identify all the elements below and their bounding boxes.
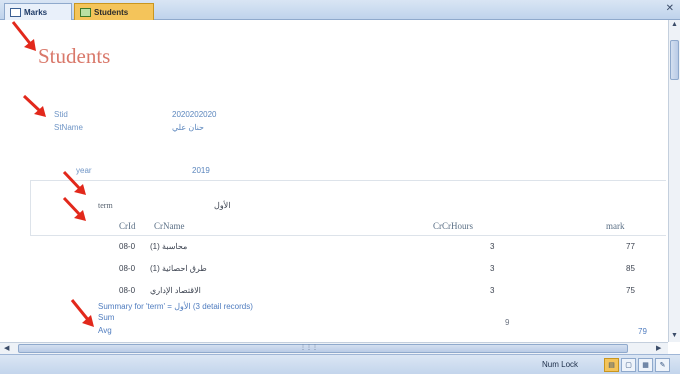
- cell-hours: 3: [490, 242, 495, 251]
- sum-label: Sum: [98, 313, 115, 322]
- stid-value: 2020202020: [172, 110, 217, 119]
- term-value: الأول: [214, 201, 231, 210]
- document-tab-bar: Marks Students ✕: [0, 0, 680, 20]
- vertical-scroll-thumb[interactable]: [670, 40, 679, 80]
- print-preview-icon[interactable]: ▢: [621, 358, 636, 372]
- report-icon: [80, 7, 91, 17]
- cell-crname: الاقتصاد الإداري: [150, 286, 201, 295]
- view-switcher: ▤ ▢ ▦ ✎: [604, 358, 670, 372]
- cell-mark: 85: [626, 264, 635, 273]
- stid-label: Stid: [54, 110, 68, 119]
- report-title: Students: [38, 44, 111, 68]
- stname-value: حنان علي: [172, 123, 204, 132]
- scroll-right-icon[interactable]: ▶: [656, 344, 661, 352]
- sum-value: 9: [505, 318, 510, 327]
- cell-hours: 3: [490, 264, 495, 273]
- design-view-icon[interactable]: ✎: [655, 358, 670, 372]
- annotation-arrow: [11, 21, 36, 51]
- annotation-arrow: [70, 299, 94, 327]
- column-header-mark: mark: [606, 221, 625, 231]
- cell-hours: 3: [490, 286, 495, 295]
- annotation-arrow: [62, 170, 86, 195]
- cell-crname: (1) محاسبة: [150, 242, 188, 251]
- close-icon[interactable]: ✕: [666, 3, 674, 14]
- column-header-crid: CrId: [119, 221, 136, 231]
- scroll-down-icon[interactable]: ▼: [671, 332, 678, 339]
- scroll-grip-icon: ⋮⋮⋮: [300, 345, 318, 351]
- summary-tail: الأول (3 detail records): [174, 302, 253, 311]
- cell-crid: 08-0: [119, 264, 136, 273]
- summary-text: Summary for 'term' = الأول (3 detail rec…: [98, 302, 253, 311]
- num-lock-indicator: Num Lock: [542, 360, 579, 369]
- column-header-crname: CrName: [154, 221, 185, 231]
- tab-students-label: Students: [94, 7, 129, 17]
- avg-value: 79: [638, 327, 647, 336]
- horizontal-scrollbar[interactable]: ◀ ⋮⋮⋮ ▶: [0, 342, 668, 354]
- scroll-left-icon[interactable]: ◀: [4, 344, 9, 352]
- tab-students[interactable]: Students: [74, 3, 154, 20]
- scroll-up-icon[interactable]: ▲: [671, 21, 678, 28]
- year-value: 2019: [192, 166, 210, 175]
- cell-crname: طرق احصائية (1): [150, 264, 207, 273]
- tab-marks-label: Marks: [24, 7, 48, 17]
- cell-mark: 77: [626, 242, 635, 251]
- layout-view-icon[interactable]: ▦: [638, 358, 653, 372]
- report-view: Students Stid 2020202020 StName حنان علي…: [0, 20, 668, 342]
- cell-crid: 08-0: [119, 286, 136, 295]
- column-header-crcrhours: CrCrHours: [433, 221, 473, 231]
- avg-label: Avg: [98, 326, 112, 335]
- term-label: term: [98, 201, 113, 210]
- vertical-scrollbar[interactable]: ▲ ▼: [668, 20, 680, 342]
- status-bar: Num Lock ▤ ▢ ▦ ✎: [0, 354, 680, 374]
- cell-mark: 75: [626, 286, 635, 295]
- horizontal-scroll-thumb[interactable]: [18, 344, 628, 353]
- report-view-icon[interactable]: ▤: [604, 358, 619, 372]
- stname-label: StName: [54, 123, 83, 132]
- annotation-arrow: [62, 196, 86, 221]
- annotation-arrow: [22, 94, 46, 117]
- summary-prefix: Summary for 'term' =: [98, 302, 175, 311]
- tab-marks[interactable]: Marks: [4, 3, 72, 20]
- table-icon: [10, 7, 21, 17]
- cell-crid: 08-0: [119, 242, 136, 251]
